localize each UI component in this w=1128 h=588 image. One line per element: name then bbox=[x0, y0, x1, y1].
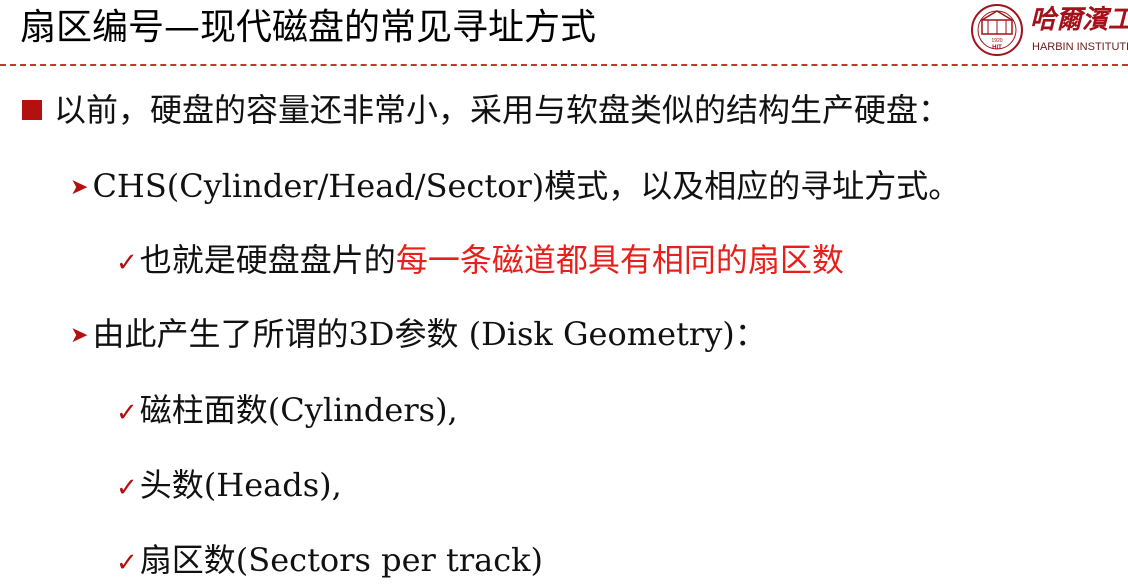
university-name-en: HARBIN INSTITUTE bbox=[1032, 41, 1128, 53]
bullet-text: 头数(Heads), bbox=[139, 466, 342, 504]
title-divider bbox=[0, 64, 1128, 66]
bullet-text: 以前，硬盘的容量还非常小，采用与软盘类似的结构生产硬盘： bbox=[54, 91, 951, 129]
arrow-bullet-icon: ➤ bbox=[70, 323, 89, 348]
svg-text:HIT: HIT bbox=[992, 45, 1002, 51]
bullet-text: 由此产生了所谓的3D参数 (Disk Geometry)： bbox=[92, 315, 767, 353]
check-bullet-icon: ✓ bbox=[116, 398, 138, 428]
svg-text:1920: 1920 bbox=[991, 38, 1002, 44]
check-bullet-icon: ✓ bbox=[116, 473, 138, 503]
bullet-level3-cylinders: ✓磁柱面数(Cylinders), bbox=[116, 390, 458, 433]
slide: 扇区编号—现代磁盘的常见寻址方式 1920 HIT 哈爾濱工 HARBIN IN… bbox=[0, 0, 1128, 588]
bullet-level2-geometry: ➤ 由此产生了所谓的3D参数 (Disk Geometry)： bbox=[70, 314, 767, 356]
highlight-text: 每一条磁道都具有相同的扇区数 bbox=[395, 241, 844, 279]
check-bullet-icon: ✓ bbox=[116, 248, 138, 278]
bullet-level2-chs: ➤ CHS(Cylinder/Head/Sector)模式，以及相应的寻址方式。 bbox=[70, 166, 960, 208]
slide-title: 扇区编号—现代磁盘的常见寻址方式 bbox=[20, 7, 597, 48]
bullet-level3-sectors: ✓扇区数(Sectors per track) bbox=[116, 540, 543, 583]
bullet-text: 扇区数(Sectors per track) bbox=[139, 541, 544, 579]
bullet-text: 也就是硬盘盘片的 bbox=[139, 241, 396, 279]
bullet-level3-heads: ✓头数(Heads), bbox=[116, 465, 342, 508]
university-name-cn: 哈爾濱工 bbox=[1030, 5, 1128, 35]
arrow-bullet-icon: ➤ bbox=[70, 175, 89, 200]
university-logo: 1920 HIT 哈爾濱工 HARBIN INSTITUTE bbox=[968, 2, 1128, 58]
bullet-text: 磁柱面数(Cylinders), bbox=[139, 391, 458, 429]
square-bullet-icon bbox=[22, 100, 42, 120]
bullet-text: CHS(Cylinder/Head/Sector)模式，以及相应的寻址方式。 bbox=[92, 167, 961, 205]
university-seal-icon: 1920 HIT bbox=[971, 4, 1023, 56]
bullet-level1: 以前，硬盘的容量还非常小，采用与软盘类似的结构生产硬盘： bbox=[22, 90, 950, 130]
check-bullet-icon: ✓ bbox=[116, 548, 138, 578]
bullet-level3-tracks: ✓也就是硬盘盘片的每一条磁道都具有相同的扇区数 bbox=[116, 240, 844, 283]
